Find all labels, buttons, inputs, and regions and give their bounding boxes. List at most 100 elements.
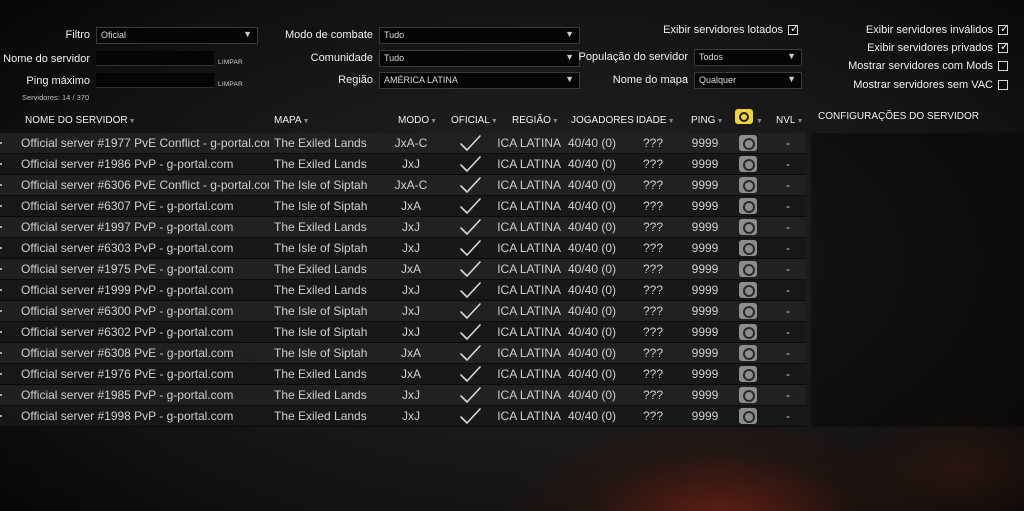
- column-header-mode[interactable]: MODO▼: [398, 115, 437, 126]
- table-row[interactable]: Official server #6302 PvP - g-portal.com…: [0, 322, 806, 343]
- server-mode-cell: JxJ: [402, 409, 420, 423]
- server-players-cell: 40/40 (0): [568, 283, 617, 297]
- server-name-cell: Official server #1985 PvP - g-portal.com: [21, 388, 234, 402]
- server-age-cell: ???: [642, 325, 664, 339]
- server-name-input[interactable]: [96, 51, 214, 66]
- official-check-icon: [458, 239, 482, 257]
- toggle-no-vac-checkbox[interactable]: [998, 80, 1008, 90]
- official-check-icon: [458, 218, 482, 236]
- region-dropdown[interactable]: AMÉRICA LATINA ▼: [379, 72, 580, 89]
- server-region-cell: AMÉRICA LATINA: [497, 136, 561, 150]
- chevron-down-icon: ▼: [787, 74, 796, 84]
- table-row[interactable]: Official server #1977 PvE Conflict - g-p…: [0, 133, 806, 154]
- column-header-ping[interactable]: PING▼: [691, 115, 723, 126]
- population-label: População do servidor: [578, 51, 688, 63]
- sort-arrow-icon: ▼: [551, 118, 559, 125]
- server-map-cell: The Isle of Siptah: [274, 346, 368, 360]
- server-map-cell: The Isle of Siptah: [274, 325, 368, 339]
- official-check-icon: [458, 302, 482, 320]
- server-ping-cell: 9999: [691, 136, 719, 150]
- chevron-down-icon: ▼: [243, 29, 252, 39]
- battleye-icon: [739, 324, 757, 340]
- clear-server-name-button[interactable]: LIMPAR: [218, 59, 243, 66]
- server-map-cell: The Exiled Lands: [274, 136, 367, 150]
- table-row[interactable]: Official server #1975 PvE - g-portal.com…: [0, 259, 806, 280]
- server-region-cell: AMÉRICA LATINA: [497, 346, 561, 360]
- row-bullet: [0, 415, 2, 417]
- server-map-cell: The Exiled Lands: [274, 157, 367, 171]
- combat-mode-dropdown[interactable]: Tudo ▼: [379, 27, 580, 44]
- server-age-cell: ???: [642, 136, 664, 150]
- filter-dropdown[interactable]: Oficial ▼: [96, 27, 258, 44]
- column-header-nvl[interactable]: NVL▼: [776, 115, 803, 126]
- server-map-cell: The Isle of Siptah: [274, 178, 368, 192]
- server-ping-cell: 9999: [691, 388, 719, 402]
- battleye-icon: [739, 387, 757, 403]
- server-list[interactable]: Official server #1977 PvE Conflict - g-p…: [0, 133, 806, 427]
- table-row[interactable]: Official server #1997 PvP - g-portal.com…: [0, 217, 806, 238]
- column-header-name[interactable]: NOME DO SERVIDOR▼: [25, 115, 136, 126]
- server-age-cell: ???: [642, 283, 664, 297]
- table-row[interactable]: Official server #1976 PvE - g-portal.com…: [0, 364, 806, 385]
- server-name-cell: Official server #6306 PvE Conflict - g-p…: [21, 178, 269, 192]
- server-map-cell: The Exiled Lands: [274, 220, 367, 234]
- table-row[interactable]: Official server #1985 PvP - g-portal.com…: [0, 385, 806, 406]
- server-age-cell: ???: [642, 388, 664, 402]
- table-row[interactable]: Official server #1998 PvP - g-portal.com…: [0, 406, 806, 427]
- server-region-cell: AMÉRICA LATINA: [497, 199, 561, 213]
- server-age-cell: ???: [642, 157, 664, 171]
- column-header-map[interactable]: MAPA▼: [274, 115, 310, 126]
- row-bullet: [0, 268, 2, 270]
- map-name-dropdown[interactable]: Qualquer ▼: [694, 72, 802, 89]
- server-nvl-cell: -: [786, 304, 790, 318]
- server-nvl-cell: -: [786, 409, 790, 423]
- table-row[interactable]: Official server #6307 PvE - g-portal.com…: [0, 196, 806, 217]
- official-check-icon: [458, 155, 482, 173]
- max-ping-input[interactable]: [96, 73, 214, 88]
- battleye-icon: [739, 177, 757, 193]
- table-row[interactable]: Official server #6300 PvP - g-portal.com…: [0, 301, 806, 322]
- table-row[interactable]: Official server #6308 PvE - g-portal.com…: [0, 343, 806, 364]
- toggle-private-servers-checkbox[interactable]: ✓: [998, 42, 1009, 53]
- table-row[interactable]: Official server #1986 PvP - g-portal.com…: [0, 154, 806, 175]
- server-name-cell: Official server #1998 PvP - g-portal.com: [21, 409, 234, 423]
- server-players-cell: 40/40 (0): [568, 262, 617, 276]
- column-header-age[interactable]: IDADE▼: [636, 115, 675, 126]
- column-header-players[interactable]: JOGADORES: [571, 115, 634, 126]
- table-row[interactable]: Official server #6303 PvP - g-portal.com…: [0, 238, 806, 259]
- server-map-cell: The Isle of Siptah: [274, 241, 368, 255]
- server-ping-cell: 9999: [691, 178, 719, 192]
- server-age-cell: ???: [642, 304, 664, 318]
- battleye-icon: [739, 366, 757, 382]
- server-mode-cell: JxJ: [402, 304, 420, 318]
- battleye-column-icon[interactable]: [735, 109, 753, 124]
- column-header-region[interactable]: REGIÃO▼: [512, 115, 559, 126]
- server-ping-cell: 9999: [691, 241, 719, 255]
- server-name-label: Nome do servidor: [3, 53, 90, 65]
- toggle-invalid-servers-checkbox[interactable]: ✓: [998, 24, 1009, 35]
- table-row[interactable]: Official server #6306 PvE Conflict - g-p…: [0, 175, 806, 196]
- server-age-cell: ???: [642, 367, 664, 381]
- column-header-official[interactable]: OFICIAL▼: [451, 115, 498, 126]
- server-region-cell: AMÉRICA LATINA: [497, 262, 561, 276]
- server-mode-cell: JxJ: [402, 157, 420, 171]
- clear-max-ping-button[interactable]: LIMPAR: [218, 81, 243, 88]
- toggle-mods-checkbox[interactable]: [998, 61, 1008, 71]
- server-ping-cell: 9999: [691, 199, 719, 213]
- server-players-cell: 40/40 (0): [568, 388, 617, 402]
- chevron-down-icon: ▼: [565, 74, 574, 84]
- server-players-cell: 40/40 (0): [568, 325, 617, 339]
- server-mode-cell: JxA: [400, 346, 421, 360]
- server-mode-cell: JxJ: [402, 388, 420, 402]
- sort-arrow-icon: ▼: [128, 118, 136, 125]
- server-region-cell: AMÉRICA LATINA: [497, 388, 561, 402]
- toggle-full-servers-checkbox[interactable]: ✓: [788, 24, 799, 35]
- battleye-icon: [739, 219, 757, 235]
- toggle-full-servers-label: Exibir servidores lotados: [663, 24, 783, 36]
- population-dropdown[interactable]: Todos ▼: [694, 49, 802, 66]
- table-row[interactable]: Official server #1999 PvP - g-portal.com…: [0, 280, 806, 301]
- community-dropdown[interactable]: Tudo ▼: [379, 50, 580, 67]
- toggle-mods-label: Mostrar servidores com Mods: [848, 60, 993, 72]
- server-players-cell: 40/40 (0): [568, 409, 617, 423]
- official-check-icon: [458, 197, 482, 215]
